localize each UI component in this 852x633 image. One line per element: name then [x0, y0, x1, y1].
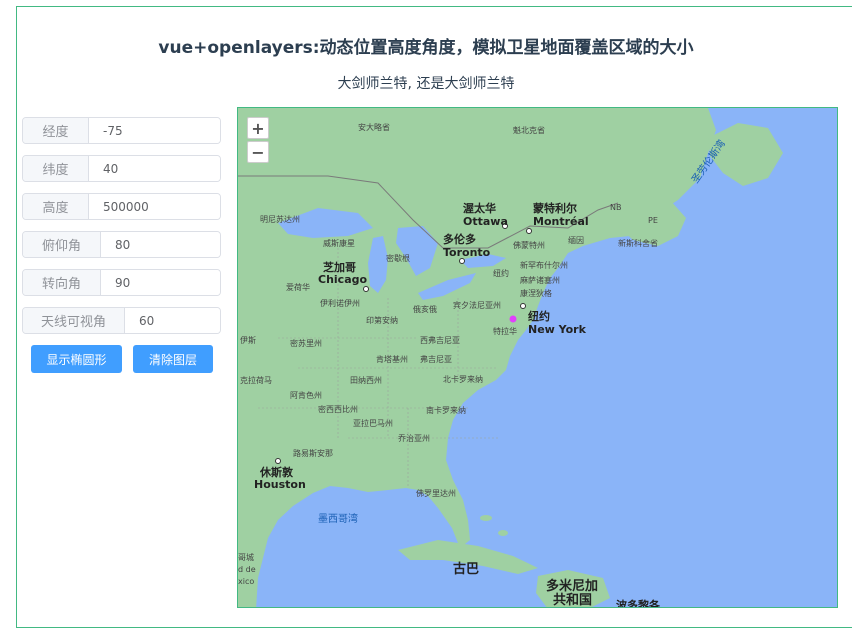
city-dot-newyork [520, 303, 526, 309]
page-subtitle: 大剑师兰特, 还是大剑师兰特 [337, 76, 515, 92]
city-dot-chicago [363, 286, 369, 292]
country-label-pr: 波多黎各 [616, 598, 661, 608]
map-label: 伊斯 [240, 335, 256, 345]
country-label-dr-1: 多米尼加 [546, 578, 598, 594]
longitude-field: 经度 [22, 117, 221, 144]
map-label: 安大略省 [358, 122, 390, 132]
map-label: xico [238, 577, 254, 586]
map-label: PE [648, 216, 658, 225]
pitch-label: 俯仰角 [23, 232, 101, 257]
zoom-out-button[interactable]: − [247, 141, 269, 163]
city-label-ottawa-cn: 渥太华 [463, 201, 496, 215]
map-label: 新罕布什尔州 [520, 260, 568, 270]
map-label: 特拉华 [493, 326, 517, 336]
fov-input[interactable] [125, 308, 220, 333]
map-label-water: 墨西哥湾 [318, 512, 358, 525]
city-label-toronto-cn: 多伦多 [443, 232, 476, 246]
city-label-toronto-en: Toronto [443, 246, 491, 259]
map-label: 密苏里州 [290, 338, 322, 348]
map-label: 密西西比州 [318, 404, 358, 414]
map-label: 克拉荷马 [240, 375, 272, 385]
map-label: 密歇根 [386, 253, 410, 263]
fov-label: 天线可视角 [23, 308, 125, 333]
map-label: 弗吉尼亚 [420, 354, 452, 364]
map-label: 北卡罗来纳 [443, 374, 483, 384]
map-label: 爱荷华 [286, 282, 310, 292]
map-label: d de [238, 565, 256, 574]
show-ellipse-button[interactable]: 显示椭圆形 [31, 345, 122, 373]
map-label: 麻萨诸塞州 [520, 275, 560, 285]
map-label: 佛蒙特州 [513, 240, 545, 250]
map-label: 田纳西州 [350, 375, 382, 385]
city-label-houston-en: Houston [254, 478, 306, 491]
map-label: 乔治亚州 [398, 433, 430, 443]
pitch-input[interactable] [101, 232, 220, 257]
map-label: 印第安纳 [366, 315, 398, 325]
latitude-label: 纬度 [23, 156, 89, 181]
map-canvas[interactable]: 安大略省 魁北克省 NB PE 新斯科舍省 明尼苏达州 威斯康星 密歇根 缅因 … [238, 108, 838, 608]
clear-layer-button[interactable]: 清除图层 [133, 345, 213, 373]
map-label: 康涅狄格 [520, 288, 552, 298]
land-bahamas-a [480, 515, 492, 521]
satellite-marker [509, 315, 517, 323]
map-view[interactable]: 安大略省 魁北克省 NB PE 新斯科舍省 明尼苏达州 威斯康星 密歇根 缅因 … [237, 107, 838, 608]
country-label-dr-2: 共和国 [553, 592, 592, 608]
city-label-ottawa-en: Ottawa [463, 215, 508, 228]
map-label: 魁北克省 [513, 125, 545, 135]
map-label: 明尼苏达州 [260, 214, 300, 224]
map-label: 佛罗里达州 [416, 488, 456, 498]
land-bahamas-b [498, 530, 508, 536]
pitch-field: 俯仰角 [22, 231, 221, 258]
map-label: 伊利诺伊州 [320, 298, 360, 308]
map-label: 西弗吉尼亚 [420, 335, 460, 345]
city-dot-toronto [459, 258, 465, 264]
city-label-houston-cn: 休斯敦 [259, 465, 294, 479]
map-label: 新斯科舍省 [618, 238, 658, 248]
heading-label: 转向角 [23, 270, 101, 295]
city-label-montreal-en: Montréal [533, 215, 589, 228]
map-label: 哥城 [238, 553, 254, 562]
zoom-in-button[interactable]: + [247, 117, 269, 139]
map-label: NB [610, 203, 621, 212]
map-label: 俄亥俄 [413, 304, 437, 314]
altitude-field: 高度 [22, 193, 221, 220]
page-title: vue+openlayers:动态位置高度角度，模拟卫星地面覆盖区域的大小 [158, 38, 694, 58]
map-label: 纽约 [493, 268, 509, 278]
longitude-input[interactable] [89, 118, 220, 143]
city-dot-montreal [526, 228, 532, 234]
latitude-field: 纬度 [22, 155, 221, 182]
map-label: 宾夕法尼亚州 [453, 300, 501, 310]
country-label-cuba: 古巴 [453, 561, 479, 577]
map-label: 缅因 [568, 235, 584, 245]
city-label-newyork-en: New York [528, 323, 587, 336]
heading-field: 转向角 [22, 269, 221, 296]
longitude-label: 经度 [23, 118, 89, 143]
city-label-newyork-cn: 纽约 [528, 309, 550, 323]
altitude-input[interactable] [89, 194, 220, 219]
altitude-label: 高度 [23, 194, 89, 219]
latitude-input[interactable] [89, 156, 220, 181]
fov-field: 天线可视角 [22, 307, 221, 334]
map-label: 威斯康星 [323, 238, 355, 248]
city-dot-houston [275, 458, 281, 464]
map-label: 阿肯色州 [290, 390, 322, 400]
map-label: 南卡罗来纳 [426, 405, 466, 415]
map-label: 路易斯安那 [293, 448, 333, 458]
map-label: 肯塔基州 [376, 354, 408, 364]
city-label-montreal-cn: 蒙特利尔 [533, 201, 577, 215]
city-label-chicago-cn: 芝加哥 [323, 260, 356, 274]
map-label: 亚拉巴马州 [353, 418, 393, 428]
heading-input[interactable] [101, 270, 220, 295]
city-label-chicago-en: Chicago [318, 273, 367, 286]
